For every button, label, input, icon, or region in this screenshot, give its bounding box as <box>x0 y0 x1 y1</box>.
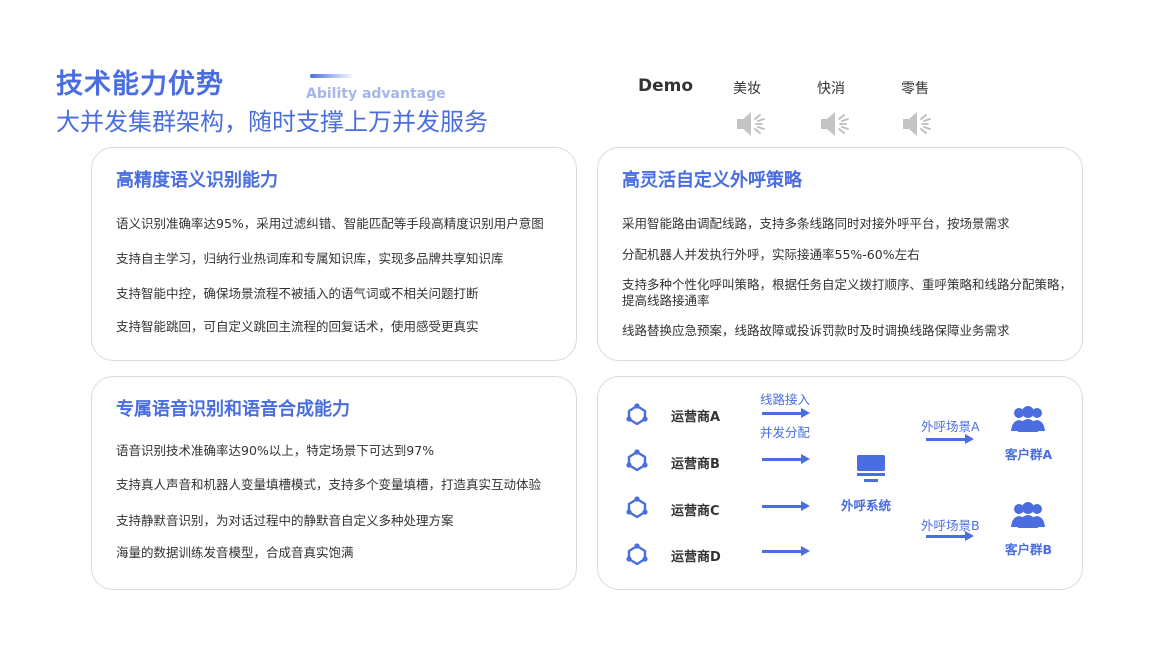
group-a-label: 客户群A <box>1005 447 1053 462</box>
card-line: 采用智能路由调配线路，支持多条线路同时对接外呼平台，按场景需求 <box>622 216 1010 231</box>
operator-name-b: 运营商B <box>671 457 720 472</box>
card-line: 提高线路接通率 <box>622 293 710 308</box>
speaker-icon[interactable] <box>900 106 940 142</box>
card-title: 高精度语义识别能力 <box>116 170 278 191</box>
card-title: 专属语音识别和语音合成能力 <box>116 399 350 420</box>
card-line: 分配机器人并发执行外呼，实际接通率55%-60%左右 <box>622 247 920 262</box>
title-accent-bar <box>310 74 354 78</box>
demo-item-beauty: 美妆 <box>733 81 761 97</box>
arrow-right-icon <box>926 434 974 444</box>
page-title: 技术能力优势 <box>56 69 224 100</box>
card-line: 支持静默音识别，为对话过程中的静默音自定义多种处理方案 <box>116 513 454 528</box>
page-subtitle: 大并发集群架构，随时支撑上万并发服务 <box>56 108 488 136</box>
operator-icon <box>626 403 648 426</box>
card-line: 支持真人声音和机器人变量填槽模式，支持多个变量填槽，打造真实互动体验 <box>116 477 542 492</box>
card-call-strategy: 高灵活自定义外呼策略 采用智能路由调配线路，支持多条线路同时对接外呼平台，按场景… <box>597 147 1083 361</box>
card-line: 支持自主学习，归纳行业热词库和专属知识库，实现多品牌共享知识库 <box>116 251 504 266</box>
concurrent-label: 并发分配 <box>760 425 811 440</box>
operator-name-a: 运营商A <box>671 410 721 425</box>
arrow-right-icon <box>762 454 810 464</box>
card-speech-recognition: 专属语音识别和语音合成能力 语音识别技术准确率达90%以上，特定场景下可达到97… <box>91 376 577 590</box>
system-label: 外呼系统 <box>841 498 892 513</box>
speaker-icon[interactable] <box>734 106 774 142</box>
card-line: 支持智能跳回，可自定义跳回主流程的回复话术，使用感受更真实 <box>116 319 479 334</box>
card-semantic-recognition: 高精度语义识别能力 语义识别准确率达95%，采用过滤纠错、智能匹配等手段高精度识… <box>91 147 577 361</box>
demo-item-retail: 零售 <box>901 81 929 97</box>
card-line: 支持智能中控，确保场景流程不被插入的语气词或不相关问题打断 <box>116 286 479 301</box>
group-b-label: 客户群B <box>1005 542 1053 557</box>
card-line: 线路替换应急预案，线路故障或投诉罚款时及时调换线路保障业务需求 <box>622 323 1010 338</box>
customer-group-icon <box>1011 502 1045 528</box>
card-line: 海量的数据训练发音模型，合成音真实饱满 <box>116 545 354 560</box>
card-line: 语音识别技术准确率达90%以上，特定场景下可达到97% <box>116 443 435 458</box>
demo-item-fmcg: 快消 <box>817 81 845 97</box>
arrow-right-icon <box>762 501 810 511</box>
card-title: 高灵活自定义外呼策略 <box>622 170 802 191</box>
operator-name-c: 运营商C <box>671 504 720 519</box>
arrow-right-icon <box>762 546 810 556</box>
card-line: 语义识别准确率达95%，采用过滤纠错、智能匹配等手段高精度识别用户意图 <box>116 216 544 231</box>
operator-name-d: 运营商D <box>671 550 721 565</box>
scene-a-label: 外呼场景A <box>921 419 980 434</box>
operator-icon <box>626 543 648 566</box>
operator-icon <box>626 449 648 472</box>
customer-group-icon <box>1011 406 1045 432</box>
speaker-icon[interactable] <box>818 106 858 142</box>
page-title-english: Ability advantage <box>306 86 446 102</box>
card-call-diagram: 运营商A 运营商B 运营商C 运营商D 线路接入 并发分配 外呼系统 外呼场景A… <box>597 376 1083 590</box>
card-line: 支持多种个性化呼叫策略，根据任务自定义拨打顺序、重呼策略和线路分配策略， <box>622 277 1073 292</box>
system-server-icon <box>857 455 885 482</box>
operator-icon <box>626 496 648 519</box>
arrow-right-icon <box>926 531 974 541</box>
demo-label: Demo <box>638 76 694 96</box>
line-in-label: 线路接入 <box>760 392 811 407</box>
arrow-right-icon <box>762 408 810 418</box>
